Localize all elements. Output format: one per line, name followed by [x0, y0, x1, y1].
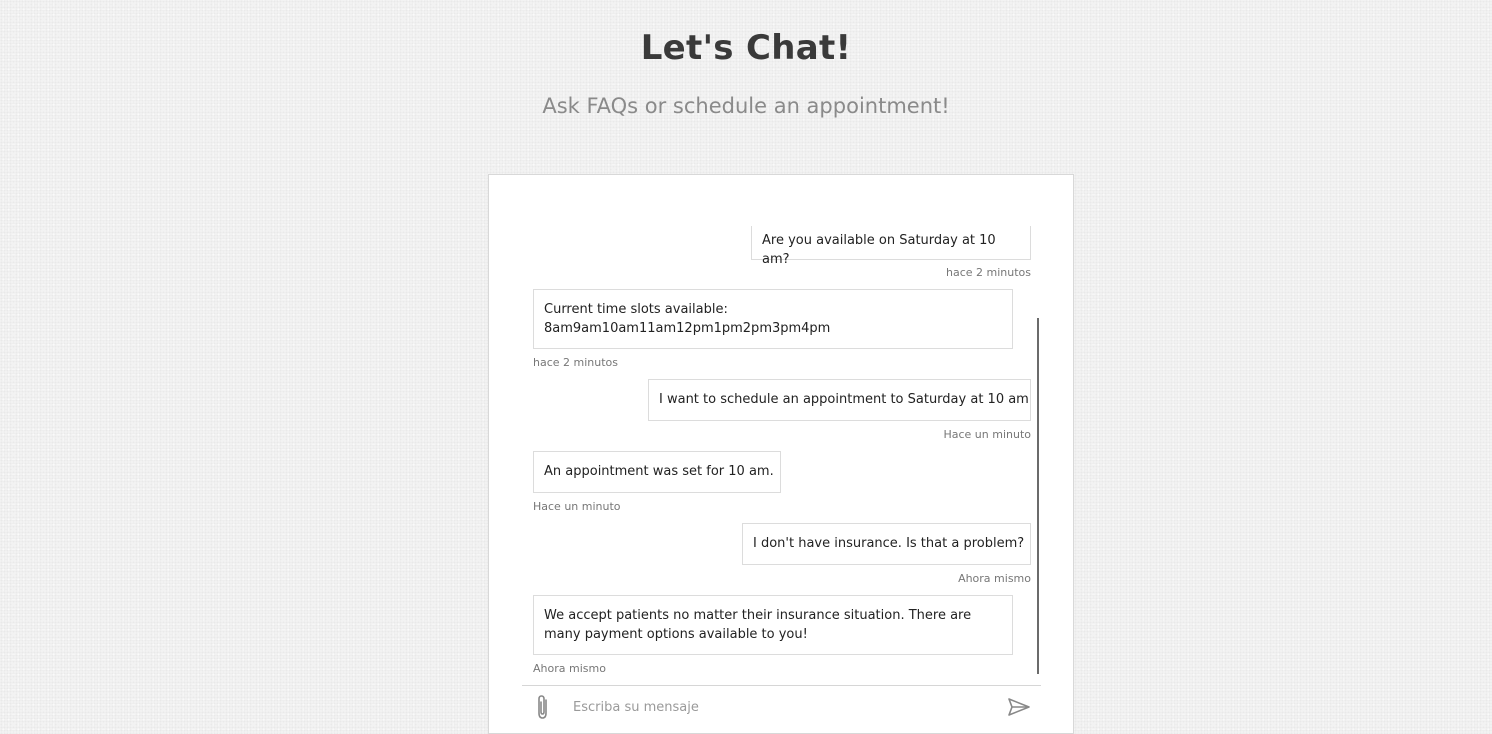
chat-window: Are you available on Saturday at 10 am? …: [488, 174, 1074, 734]
page-subtitle: Ask FAQs or schedule an appointment!: [542, 94, 950, 118]
bot-message: An appointment was set for 10 am.: [533, 451, 781, 493]
message-timestamp: Hace un minuto: [533, 500, 621, 513]
chat-scrollbar[interactable]: [1037, 318, 1039, 674]
message-input[interactable]: [569, 695, 997, 719]
message-timestamp: Hace un minuto: [943, 428, 1031, 441]
message-timestamp: hace 2 minutos: [533, 356, 619, 369]
composer-divider: [522, 685, 1041, 686]
bot-message: We accept patients no matter their insur…: [533, 595, 1013, 655]
message-timestamp: Ahora mismo: [958, 572, 1031, 585]
user-message: I want to schedule an appointment to Sat…: [648, 379, 1031, 421]
message-timestamp: Ahora mismo: [533, 662, 606, 675]
user-message: Are you available on Saturday at 10 am?: [751, 226, 1031, 267]
page-title: Let's Chat!: [640, 28, 852, 68]
send-icon[interactable]: [1007, 696, 1031, 718]
paperclip-icon[interactable]: [533, 694, 553, 720]
user-message: I don't have insurance. Is that a proble…: [742, 523, 1031, 565]
message-timestamp: hace 2 minutos: [945, 266, 1031, 279]
bot-message: Current time slots available: 8am9am10am…: [533, 289, 1013, 349]
